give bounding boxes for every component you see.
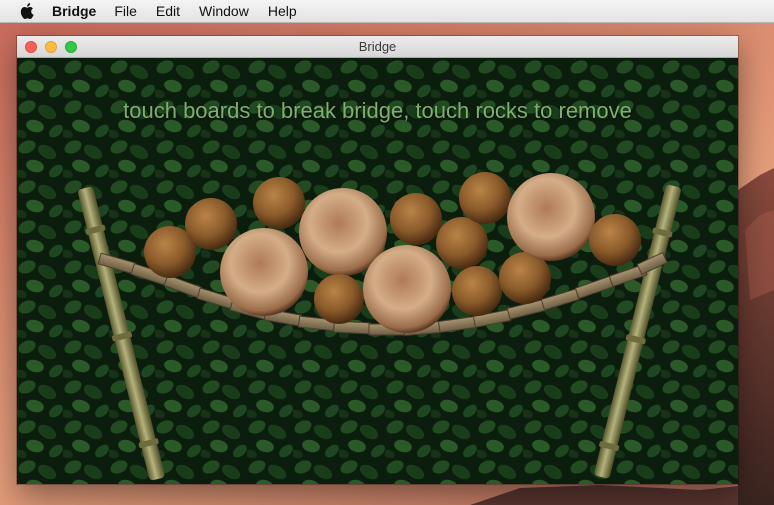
menu-edit[interactable]: Edit xyxy=(156,0,180,22)
rock-large[interactable] xyxy=(220,228,308,316)
rock-small[interactable] xyxy=(436,217,488,269)
menu-window[interactable]: Window xyxy=(199,0,249,22)
rock-small[interactable] xyxy=(253,177,305,229)
rock-small[interactable] xyxy=(390,193,442,245)
rock-small[interactable] xyxy=(589,214,641,266)
game-scene xyxy=(17,58,738,484)
apple-icon[interactable] xyxy=(20,2,38,20)
menu-file[interactable]: File xyxy=(114,0,137,22)
rock-small[interactable] xyxy=(459,172,511,224)
rock-large[interactable] xyxy=(507,173,595,261)
menu-help[interactable]: Help xyxy=(268,0,297,22)
app-window: Bridge touch boards to break bridge, tou… xyxy=(17,36,738,484)
rock-large[interactable] xyxy=(363,245,451,333)
rock-small[interactable] xyxy=(185,198,237,250)
menu-bar: Bridge File Edit Window Help xyxy=(0,0,774,23)
rock-small[interactable] xyxy=(314,274,364,324)
rock-small[interactable] xyxy=(452,266,502,316)
title-bar[interactable]: Bridge xyxy=(17,36,738,58)
game-canvas[interactable]: touch boards to break bridge, touch rock… xyxy=(17,58,738,484)
window-title: Bridge xyxy=(358,39,397,54)
menu-app-name[interactable]: Bridge xyxy=(52,0,96,22)
